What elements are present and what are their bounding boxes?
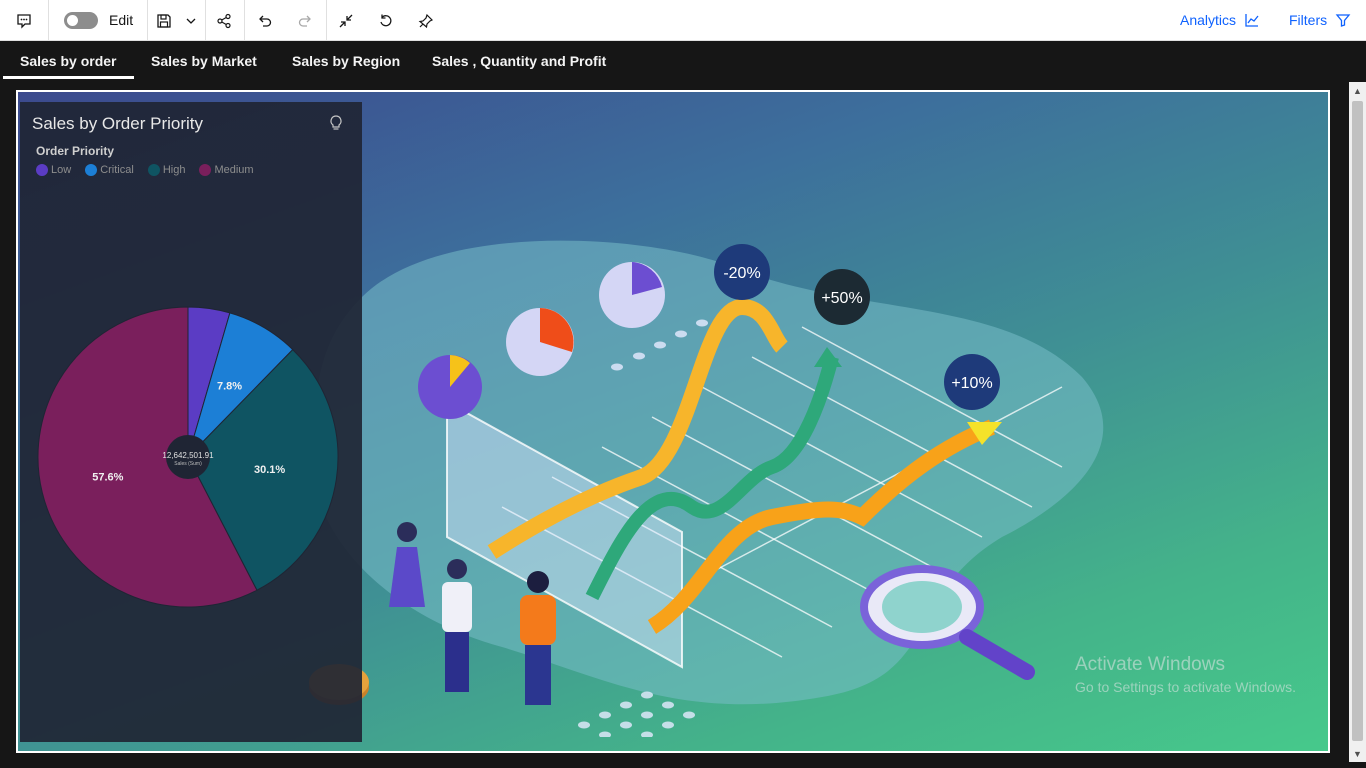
legend-label: Critical bbox=[100, 164, 134, 176]
badge-minus-20: -20% bbox=[723, 265, 760, 282]
reset-icon[interactable] bbox=[373, 8, 399, 34]
tab-sales-by-market[interactable]: Sales by Market bbox=[134, 41, 274, 79]
analytics-icon bbox=[1245, 14, 1259, 27]
filters-label: Filters bbox=[1289, 12, 1328, 28]
toolbar-divider bbox=[326, 0, 327, 41]
legend-label: Low bbox=[51, 164, 72, 176]
scroll-up-arrow[interactable]: ▲ bbox=[1349, 82, 1366, 99]
edit-toggle[interactable] bbox=[64, 12, 98, 29]
filters-button[interactable]: Filters bbox=[1289, 12, 1351, 28]
pie-label-critical: 7.8% bbox=[217, 381, 242, 393]
share-icon[interactable] bbox=[211, 8, 237, 34]
collapse-icon[interactable] bbox=[333, 8, 359, 34]
pie-label-high: 30.1% bbox=[254, 464, 285, 476]
legend-swatch bbox=[199, 164, 212, 176]
analytics-button[interactable]: Analytics bbox=[1180, 12, 1260, 28]
tab-sales-quantity-profit[interactable]: Sales , Quantity and Profit bbox=[415, 41, 623, 79]
undo-icon[interactable] bbox=[252, 8, 278, 34]
legend-title: Order Priority bbox=[36, 144, 115, 158]
legend-item-high[interactable]: High bbox=[147, 164, 186, 176]
lightbulb-icon[interactable] bbox=[327, 114, 345, 132]
badge-plus-50: +50% bbox=[821, 290, 862, 307]
legend-label: Medium bbox=[214, 164, 254, 176]
analytics-label: Analytics bbox=[1180, 12, 1237, 28]
save-icon[interactable] bbox=[151, 8, 177, 34]
tab-sales-by-order[interactable]: Sales by order bbox=[3, 41, 134, 79]
pin-icon[interactable] bbox=[413, 8, 439, 34]
pie-chart[interactable]: 7.8% 30.1% 57.6% 12,642,501.91Sales (Sum) bbox=[20, 292, 362, 622]
dashboard-canvas: -20% +50% +10% Sales by Order Priority O… bbox=[16, 90, 1330, 753]
chart-legend: Low Critical High Medium bbox=[36, 164, 254, 176]
sales-by-order-priority-widget[interactable]: Sales by Order Priority Order Priority L… bbox=[20, 102, 362, 742]
legend-item-medium[interactable]: Medium bbox=[199, 164, 254, 176]
toolbar-divider bbox=[244, 0, 245, 41]
badge-plus-10: +10% bbox=[951, 375, 992, 392]
tab-sales-by-region[interactable]: Sales by Region bbox=[275, 41, 417, 79]
toolbar-divider bbox=[48, 0, 49, 41]
toolbar-divider bbox=[205, 0, 206, 41]
widget-title: Sales by Order Priority bbox=[32, 114, 203, 133]
edit-label: Edit bbox=[109, 12, 134, 28]
tab-bar: Sales by order Sales by Market Sales by … bbox=[0, 41, 1366, 81]
toolbar-divider bbox=[147, 0, 148, 41]
chevron-down-icon[interactable] bbox=[178, 8, 204, 34]
vertical-scrollbar[interactable]: ▲ ▼ bbox=[1349, 82, 1366, 762]
legend-swatch bbox=[85, 164, 98, 176]
legend-swatch bbox=[147, 164, 160, 176]
pie-label-medium: 57.6% bbox=[92, 472, 123, 484]
scroll-down-arrow[interactable]: ▼ bbox=[1349, 745, 1366, 762]
activation-watermark-title: Activate Windows bbox=[1075, 654, 1225, 675]
legend-item-critical[interactable]: Critical bbox=[85, 164, 134, 176]
legend-label: High bbox=[162, 164, 186, 176]
pie-center-value: 12,642,501.91 bbox=[162, 451, 214, 460]
toolbar: Edit Analytics Filters bbox=[0, 0, 1366, 41]
toggle-knob bbox=[67, 15, 78, 26]
activation-watermark-subtitle: Go to Settings to activate Windows. bbox=[1075, 679, 1296, 695]
scroll-thumb[interactable] bbox=[1352, 101, 1363, 741]
legend-swatch bbox=[36, 164, 48, 176]
filter-icon bbox=[1335, 14, 1351, 27]
infographic-illustration: -20% +50% +10% bbox=[309, 240, 1104, 737]
redo-icon[interactable] bbox=[292, 8, 318, 34]
comment-icon[interactable] bbox=[11, 8, 37, 34]
pie-center-label: Sales (Sum) bbox=[174, 461, 202, 467]
legend-item-low[interactable]: Low bbox=[36, 164, 71, 176]
